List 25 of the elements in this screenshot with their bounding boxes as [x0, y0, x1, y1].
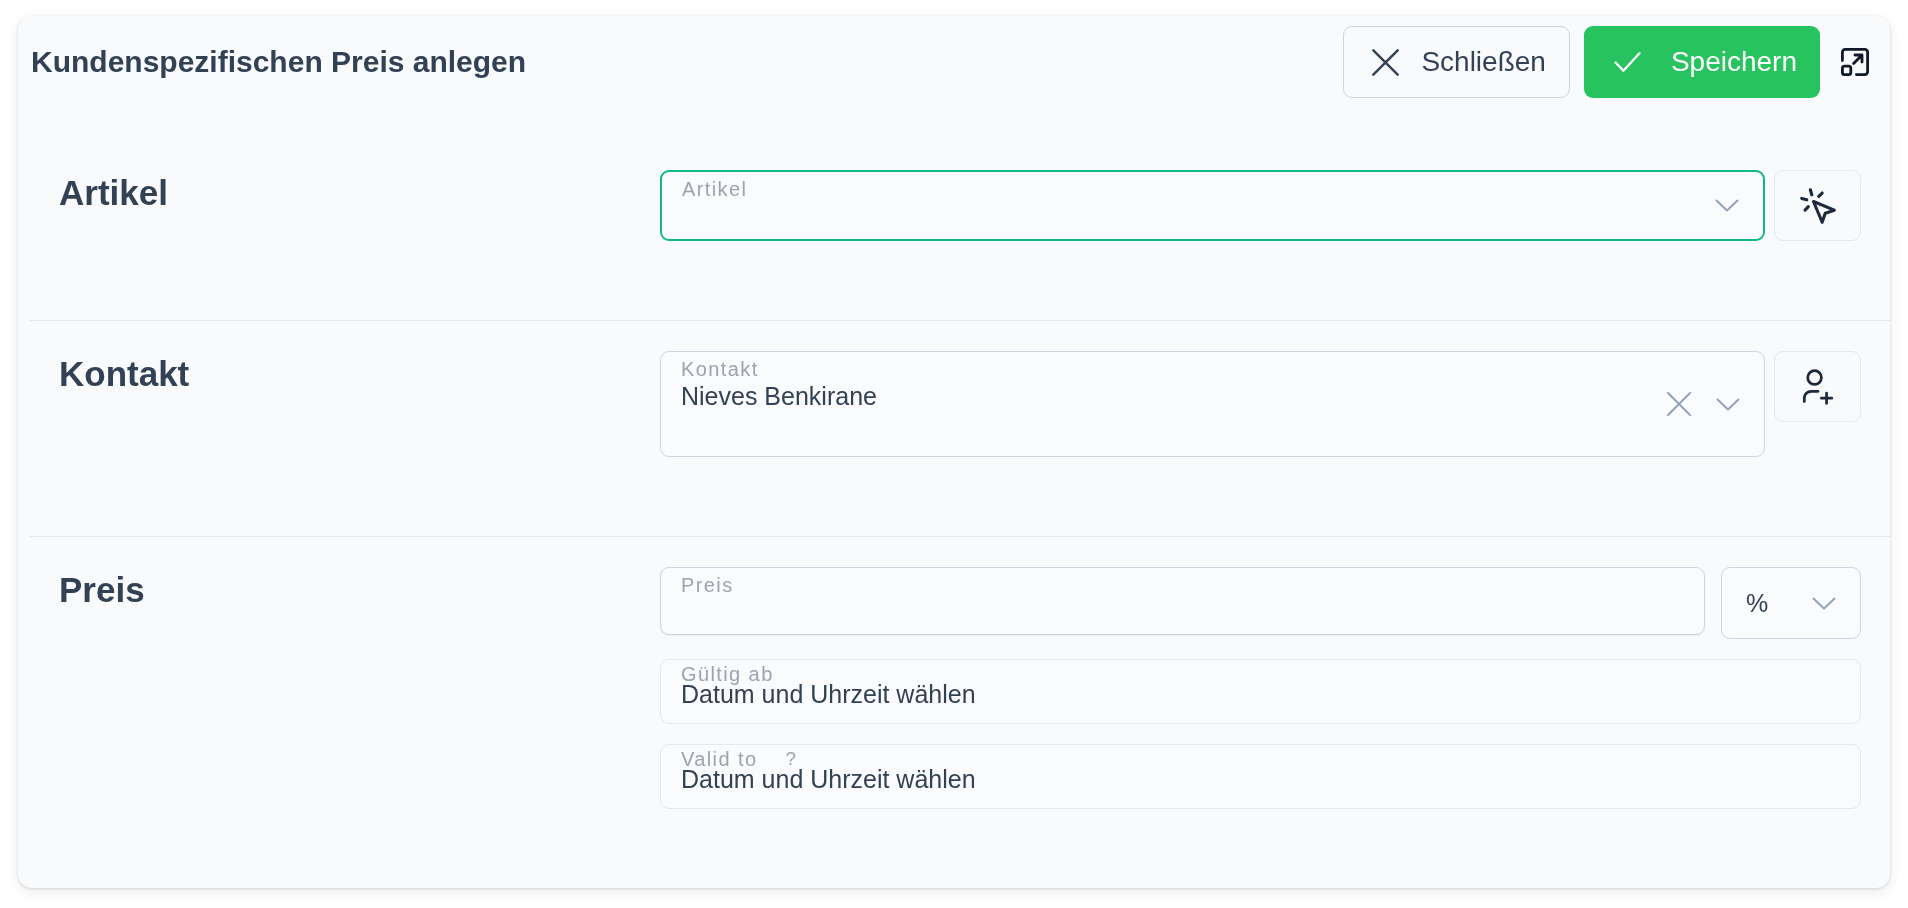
section-title: Kontakt	[59, 353, 190, 395]
field-label: Preis	[681, 573, 734, 597]
add-contact-button[interactable]	[1774, 351, 1861, 422]
section-title: Preis	[59, 569, 145, 611]
field-label: Valid to	[681, 749, 758, 769]
dropdown-field[interactable]: Kontakt Nieves Benkirane	[660, 351, 1765, 457]
section-title: Artikel	[59, 172, 168, 214]
close-button[interactable]: Schließen	[1343, 26, 1570, 98]
field-label: Kontakt	[681, 357, 759, 381]
close-icon	[1372, 48, 1400, 76]
dialog-title: Kundenspezifischen Preis anlegen	[31, 44, 527, 80]
unit-value: %	[1746, 588, 1769, 618]
chevron-down-icon[interactable]	[1812, 596, 1836, 610]
field-label: Artikel	[682, 177, 748, 201]
cursor-click-icon	[1799, 187, 1836, 224]
field-label: Gültig ab	[681, 664, 774, 684]
expand-icon[interactable]	[1841, 48, 1869, 76]
field-value: Nieves Benkirane	[681, 381, 877, 411]
clear-icon[interactable]	[1667, 392, 1691, 416]
chevron-down-icon[interactable]	[1716, 397, 1740, 411]
pick-button[interactable]	[1774, 170, 1861, 241]
chevron-down-icon[interactable]	[1715, 199, 1739, 212]
unit-dropdown[interactable]: %	[1721, 567, 1861, 639]
check-icon	[1613, 51, 1641, 73]
price-field[interactable]	[660, 567, 1705, 635]
